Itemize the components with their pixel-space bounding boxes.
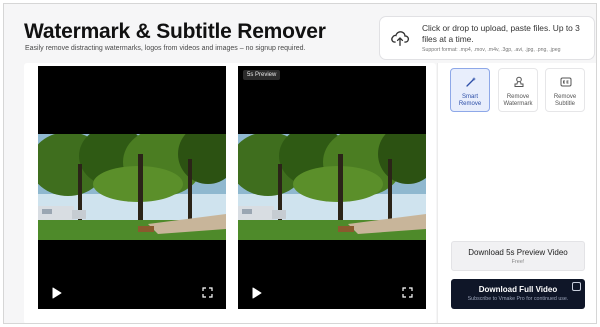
download-full-button[interactable]: Download Full Video Subscribe to Vmake P…: [451, 279, 585, 309]
fullscreen-icon[interactable]: [402, 287, 413, 298]
cc-icon: [560, 77, 572, 87]
download-preview-button[interactable]: Download 5s Preview Video Free!: [451, 241, 585, 271]
processed-video-panel: 5s Preview: [238, 66, 426, 309]
tool-sidebar: Smart Remove Remove Watermark Remove Sub…: [437, 63, 596, 323]
upload-dropzone[interactable]: Click or drop to upload, paste files. Up…: [379, 16, 595, 60]
play-icon[interactable]: [252, 287, 262, 299]
download-full-label: Download Full Video: [478, 285, 558, 294]
magic-wand-icon: [466, 77, 476, 87]
original-video-panel: [38, 66, 226, 309]
video-frame: [238, 134, 426, 240]
tool-label: Remove: [458, 101, 482, 107]
download-preview-sublabel: Free!: [511, 259, 525, 265]
play-icon[interactable]: [52, 287, 62, 299]
upload-instructions: Click or drop to upload, paste files. Up…: [422, 23, 580, 44]
remove-subtitle-button[interactable]: Remove Subtitle: [545, 68, 585, 112]
video-frame: [38, 134, 226, 240]
tool-label: Subtitle: [554, 101, 575, 107]
app-window: Watermark & Subtitle Remover Easily remo…: [3, 3, 597, 324]
smart-remove-button[interactable]: Smart Remove: [450, 68, 490, 112]
tool-label: Watermark: [503, 101, 533, 107]
tool-label: Remove: [506, 94, 530, 100]
stamp-icon: [514, 76, 524, 87]
page-subtitle: Easily remove distracting watermarks, lo…: [25, 45, 306, 52]
remove-watermark-button[interactable]: Remove Watermark: [498, 68, 538, 112]
download-full-sublabel: Subscribe to Vmake Pro for continued use…: [467, 296, 569, 302]
supported-formats: Support format: .mp4, .mov, .m4v, .3gp, …: [422, 47, 561, 53]
preview-badge: 5s Preview: [243, 70, 281, 80]
download-preview-label: Download 5s Preview Video: [468, 248, 568, 257]
cloud-upload-icon: [391, 31, 410, 47]
tool-label: Remove: [553, 94, 577, 100]
fullscreen-icon[interactable]: [202, 287, 213, 298]
pro-icon: [572, 282, 581, 291]
tool-label: Smart: [461, 94, 478, 100]
page-title: Watermark & Subtitle Remover: [24, 20, 326, 43]
